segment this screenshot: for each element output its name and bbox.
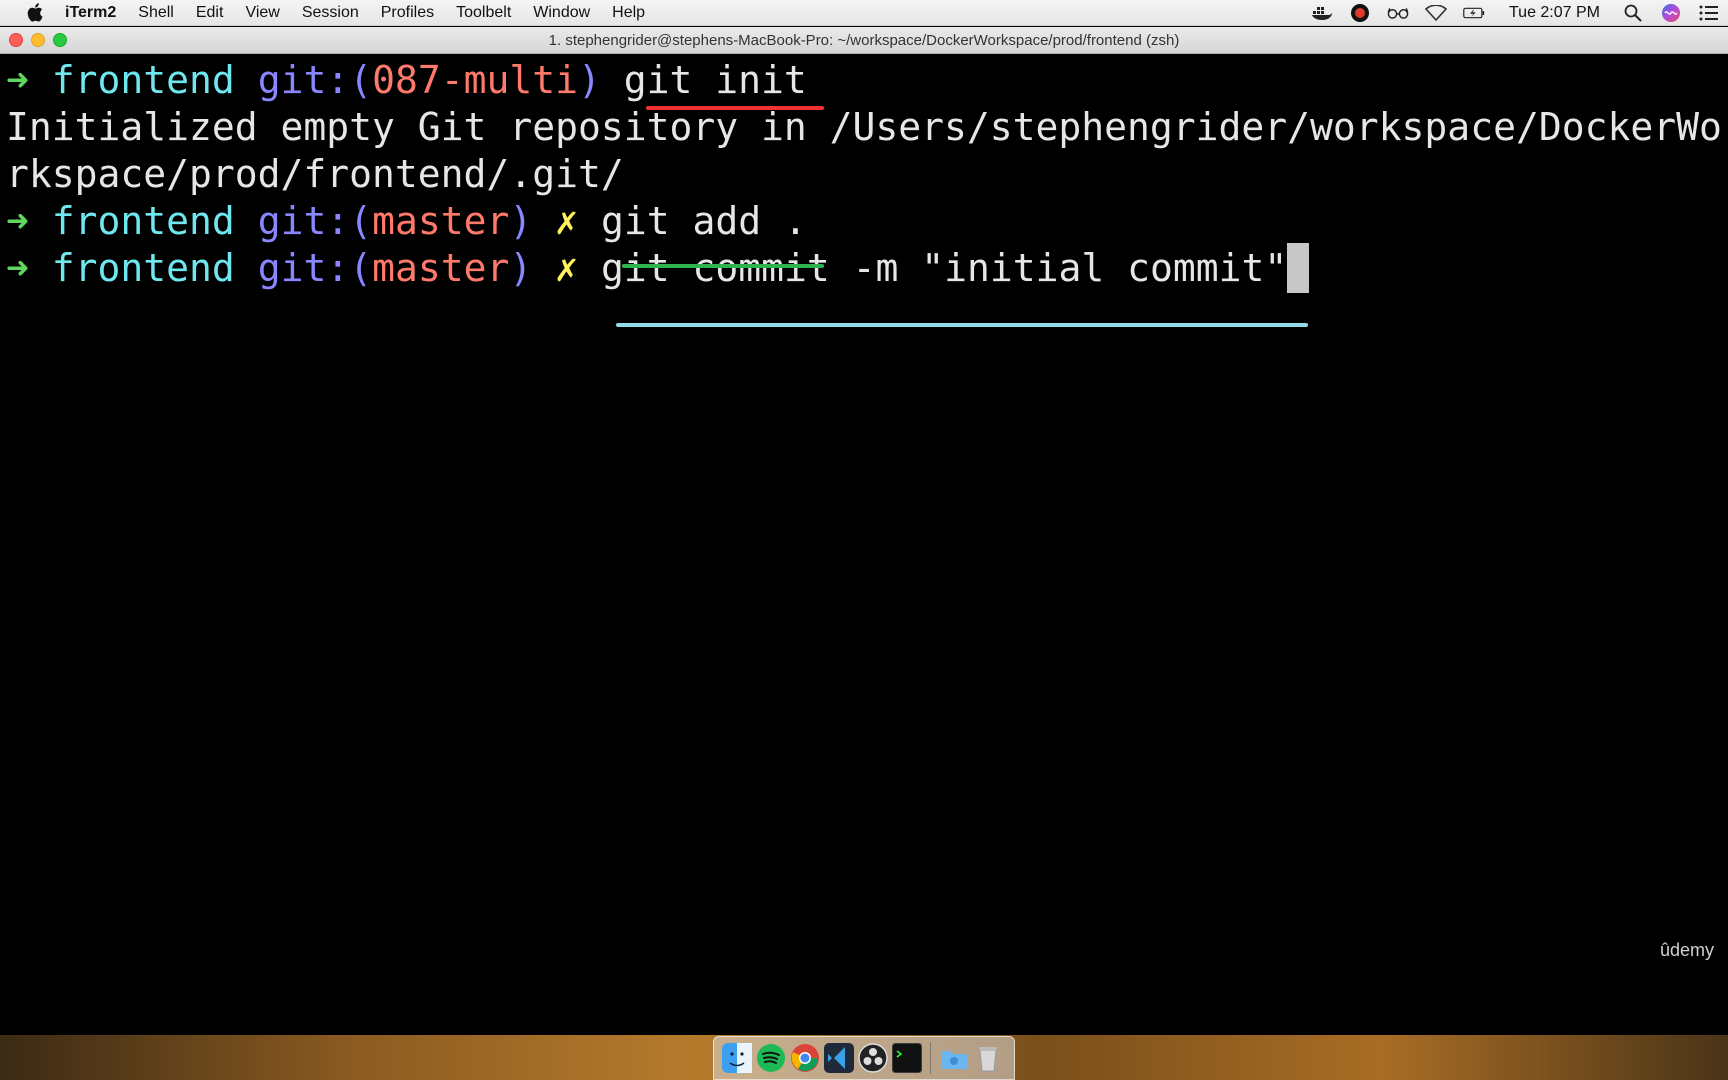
dirty-marker: ✗ [555, 199, 579, 243]
dock-separator [930, 1042, 931, 1074]
prompt-git-open: git:( [257, 246, 373, 290]
command-text: git commit -m "initial commit" [600, 246, 1288, 290]
dirty-marker: ✗ [555, 246, 579, 290]
notification-center-icon[interactable] [1698, 2, 1720, 24]
prompt-branch: 087-multi [372, 58, 578, 102]
status-area: Tue 2:07 PM [1303, 0, 1728, 26]
finder-icon[interactable] [722, 1043, 752, 1073]
minimize-window-button[interactable] [31, 33, 45, 47]
menu-window[interactable]: Window [522, 0, 601, 26]
prompt-git-close: ) [509, 199, 533, 243]
prompt-arrow: ➜ [6, 246, 29, 290]
reading-glasses-icon[interactable] [1387, 2, 1409, 24]
prompt-arrow: ➜ [6, 58, 29, 102]
terminal-pane[interactable]: ➜ frontend git:(087-multi) git init Init… [0, 55, 1728, 1035]
vscode-icon[interactable] [824, 1043, 854, 1073]
command-text: git add . [600, 199, 807, 243]
menu-edit[interactable]: Edit [185, 0, 235, 26]
downloads-folder-icon[interactable] [939, 1043, 969, 1073]
menu-bar: iTerm2 Shell Edit View Session Profiles … [0, 0, 1728, 26]
battery-icon[interactable] [1463, 2, 1485, 24]
git-add-underline [622, 264, 824, 268]
dock [713, 1036, 1015, 1080]
prompt-line-git-init: ➜ frontend git:(087-multi) git init [6, 55, 807, 105]
prompt-directory: frontend [51, 199, 235, 243]
menu-toolbelt[interactable]: Toolbelt [445, 0, 522, 26]
prompt-branch: master [372, 246, 510, 290]
window-title-bar[interactable]: 1. stephengrider@stephens-MacBook-Pro: ~… [0, 27, 1728, 54]
prompt-branch: master [372, 199, 510, 243]
apple-menu-icon[interactable] [24, 0, 46, 26]
docker-icon[interactable] [1311, 2, 1333, 24]
text-cursor [1287, 243, 1310, 293]
window-title: 1. stephengrider@stephens-MacBook-Pro: ~… [548, 32, 1180, 49]
prompt-directory: frontend [51, 246, 235, 290]
obs-icon[interactable] [858, 1043, 888, 1073]
menu-view[interactable]: View [234, 0, 290, 26]
prompt-git-close: ) [509, 246, 533, 290]
terminal-icon[interactable] [892, 1043, 922, 1073]
menu-session[interactable]: Session [291, 0, 370, 26]
menubar-clock[interactable]: Tue 2:07 PM [1509, 4, 1600, 22]
output-line: rkspace/prod/frontend/.git/ [6, 152, 624, 196]
git-init-underline [646, 106, 824, 110]
creative-cloud-icon[interactable] [1349, 2, 1371, 24]
output-line: Initialized empty Git repository in /Use… [6, 105, 1722, 149]
prompt-git-close: ) [578, 58, 601, 102]
menu-shell[interactable]: Shell [127, 0, 185, 26]
menu-help[interactable]: Help [601, 0, 656, 26]
prompt-directory: frontend [51, 58, 235, 102]
menu-app-iterm2[interactable]: iTerm2 [54, 0, 127, 26]
prompt-git-open: git:( [257, 58, 373, 102]
udemy-watermark: ûdemy [1659, 940, 1714, 960]
command-text: git init [623, 58, 807, 102]
prompt-arrow: ➜ [6, 199, 29, 243]
prompt-line-git-add: ➜ frontend git:(master) ✗ git add . [6, 196, 807, 246]
git-commit-underline [616, 323, 1308, 327]
chrome-icon[interactable] [790, 1043, 820, 1073]
trash-icon[interactable] [973, 1043, 1003, 1073]
menu-profiles[interactable]: Profiles [370, 0, 445, 26]
close-window-button[interactable] [9, 33, 23, 47]
spotlight-search-icon[interactable] [1622, 2, 1644, 24]
zoom-window-button[interactable] [53, 33, 67, 47]
wifi-icon[interactable] [1424, 2, 1447, 24]
spotify-icon[interactable] [756, 1043, 786, 1073]
prompt-line-git-commit: ➜ frontend git:(master) ✗ git commit -m … [6, 243, 1310, 293]
prompt-git-open: git:( [257, 199, 373, 243]
siri-icon[interactable] [1660, 2, 1682, 24]
